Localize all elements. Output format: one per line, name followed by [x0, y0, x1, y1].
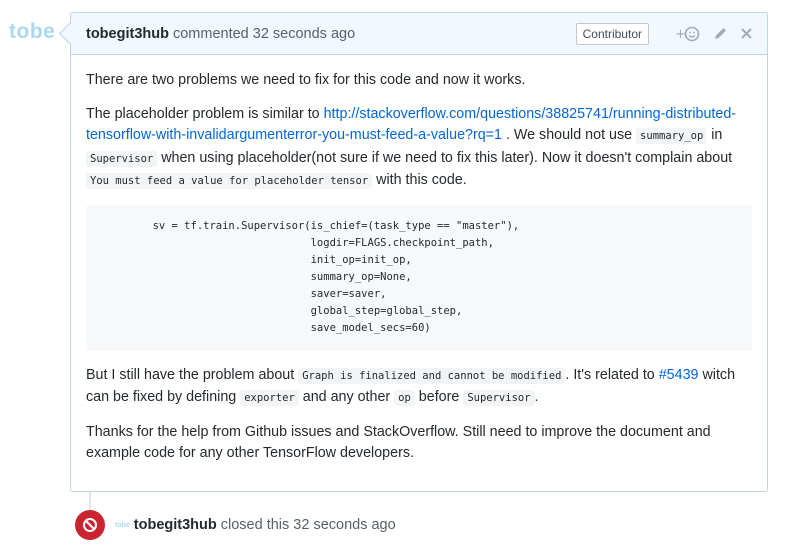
text: before: [414, 389, 464, 405]
text: when using placeholder(not sure if we ne…: [157, 149, 733, 166]
code-block: sv = tf.train.Supervisor(is_chief=(task_…: [86, 204, 752, 351]
text: and any other: [298, 389, 395, 405]
comment-paragraph-3: But I still have the problem about Graph…: [86, 365, 752, 410]
comment-timestamp[interactable]: commented 32 seconds ago: [173, 26, 355, 42]
text: with this code.: [372, 172, 467, 188]
text: . We should not use: [501, 127, 637, 143]
inline-code: You must feed a value for placeholder te…: [86, 173, 373, 189]
comment-box: tobegit3hub commented 32 seconds ago Con…: [70, 12, 768, 492]
text: .: [534, 389, 539, 405]
event-description: closed this 32 seconds ago: [220, 517, 396, 533]
contributor-badge: Contributor: [575, 22, 649, 45]
inline-code: Supervisor: [86, 150, 158, 167]
closed-event: tobe tobegit3hub closed this 32 seconds …: [75, 510, 396, 540]
comment-author[interactable]: tobegit3hub: [86, 26, 169, 42]
text: in: [707, 127, 723, 143]
inline-code: op: [394, 390, 415, 406]
comment-body: There are two problems we need to fix fo…: [71, 55, 767, 465]
issue-link[interactable]: #5439: [659, 367, 699, 383]
close-icon[interactable]: [740, 27, 753, 40]
event-avatar[interactable]: tobe: [115, 522, 130, 529]
comment-paragraph-4: Thanks for the help from Github issues a…: [86, 423, 711, 462]
author-avatar[interactable]: tobe: [9, 20, 55, 44]
text: But I still have the problem about: [86, 366, 299, 383]
inline-code: exporter: [240, 390, 299, 406]
svg-text:+: +: [675, 27, 686, 42]
comment-paragraph-2: The placeholder problem is similar to ht…: [86, 104, 752, 193]
text: . It's related to: [565, 366, 659, 383]
comment-actions: Contributor +: [575, 22, 753, 45]
circle-slash-icon: [75, 510, 105, 540]
event-author[interactable]: tobegit3hub: [134, 517, 217, 533]
text: The placeholder problem is similar to: [86, 105, 324, 122]
inline-code: summary_op: [636, 128, 708, 144]
comment-header: tobegit3hub commented 32 seconds ago Con…: [71, 13, 767, 55]
add-reaction-icon[interactable]: +: [675, 26, 701, 42]
inline-code: Graph is finalized and cannot be modifie…: [298, 367, 566, 384]
comment-paragraph-1: There are two problems we need to fix fo…: [86, 72, 526, 88]
pencil-icon[interactable]: [713, 26, 728, 41]
inline-code: Supervisor: [463, 390, 535, 406]
